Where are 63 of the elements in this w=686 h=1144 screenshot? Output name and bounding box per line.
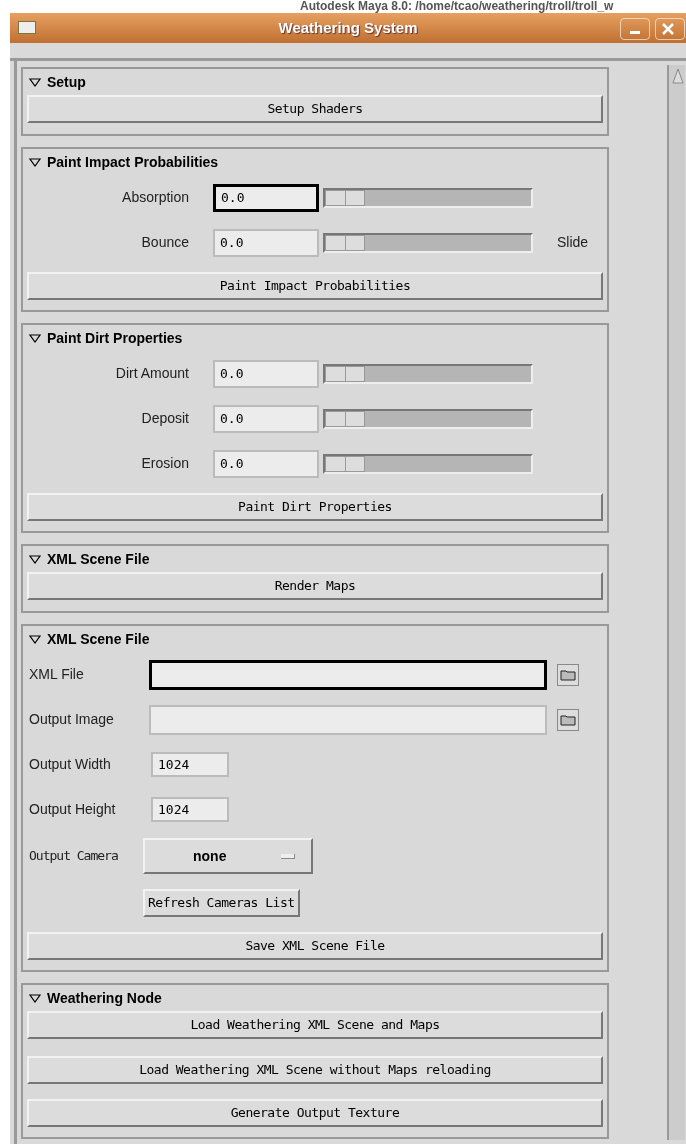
field-label: Deposit xyxy=(140,409,189,428)
section-title[interactable]: Weathering Node xyxy=(47,987,162,1009)
field-label: Output Image xyxy=(29,710,115,729)
collapse-triangle-icon[interactable] xyxy=(29,157,41,167)
value-field[interactable]: 0.0 xyxy=(213,183,319,212)
value-field[interactable]: 0.0 xyxy=(213,228,319,257)
field-label: XML File xyxy=(29,665,85,684)
collapse-triangle-icon[interactable] xyxy=(29,634,41,644)
field-label: Output Camera xyxy=(29,847,119,866)
number-field[interactable]: 1024 xyxy=(151,752,229,777)
slider-thumb[interactable] xyxy=(325,189,365,206)
section-title[interactable]: Paint Impact Probabilities xyxy=(47,151,219,173)
value-field[interactable]: 0.0 xyxy=(213,449,319,478)
field-label: Output Height xyxy=(29,800,117,819)
camera-dropdown[interactable]: none xyxy=(143,838,313,874)
dropdown-indicator-icon xyxy=(281,854,295,859)
window-icon[interactable] xyxy=(18,21,36,34)
field-label: Absorption xyxy=(121,188,189,207)
slider-track[interactable] xyxy=(323,232,533,253)
minimize-button[interactable] xyxy=(620,18,650,40)
action-button[interactable]: Paint Dirt Properties xyxy=(27,493,603,521)
section-title[interactable]: Setup xyxy=(47,71,86,93)
action-button[interactable]: Paint Impact Probabilities xyxy=(27,272,603,300)
section-title[interactable]: Paint Dirt Properties xyxy=(47,327,183,349)
slider-track[interactable] xyxy=(323,187,533,208)
action-button[interactable]: Save XML Scene File xyxy=(27,932,603,960)
slider-track[interactable] xyxy=(323,363,533,384)
value-field[interactable]: 0.0 xyxy=(213,359,319,388)
collapse-triangle-icon[interactable] xyxy=(29,993,41,1003)
close-button[interactable] xyxy=(655,18,685,40)
action-button[interactable]: Generate Output Texture xyxy=(27,1099,603,1127)
slider-track[interactable] xyxy=(323,408,533,429)
field-label: Output Width xyxy=(29,755,112,774)
value-field[interactable]: 0.0 xyxy=(213,404,319,433)
background-window-title: Autodesk Maya 8.0: /home/tcao/weathering/troll/troll_w xyxy=(300,0,614,13)
action-button[interactable]: Render Maps xyxy=(27,572,603,600)
field-label: Dirt Amount xyxy=(114,364,189,383)
action-button[interactable]: Load Weathering XML Scene without Maps reloading xyxy=(27,1055,603,1084)
window-title: Weathering System xyxy=(278,17,418,38)
section-title[interactable]: XML Scene File xyxy=(47,628,150,650)
folder-icon[interactable] xyxy=(557,708,579,731)
scrollbar[interactable] xyxy=(667,65,685,1140)
slider-end-label: Slide xyxy=(557,233,589,252)
path-field[interactable] xyxy=(149,704,547,735)
close-icon xyxy=(662,23,674,35)
path-field[interactable] xyxy=(149,659,547,690)
refresh-button[interactable]: Refresh Cameras List xyxy=(143,888,300,917)
slider-track[interactable] xyxy=(323,453,533,474)
collapse-triangle-icon[interactable] xyxy=(29,77,41,87)
action-button[interactable]: Load Weathering XML Scene and Maps xyxy=(27,1011,603,1039)
number-field[interactable]: 1024 xyxy=(151,797,229,822)
field-label: Bounce xyxy=(140,233,189,252)
slider-thumb[interactable] xyxy=(325,365,365,382)
slider-thumb[interactable] xyxy=(325,455,365,472)
slider-thumb[interactable] xyxy=(325,410,365,427)
collapse-triangle-icon[interactable] xyxy=(29,554,41,564)
scroll-up-arrow-icon[interactable] xyxy=(671,67,685,85)
folder-icon[interactable] xyxy=(557,663,579,686)
action-button[interactable]: Setup Shaders xyxy=(27,95,603,123)
field-label: Erosion xyxy=(140,454,189,473)
collapse-triangle-icon[interactable] xyxy=(29,333,41,343)
section-title[interactable]: XML Scene File xyxy=(47,548,150,570)
slider-thumb[interactable] xyxy=(325,234,365,251)
